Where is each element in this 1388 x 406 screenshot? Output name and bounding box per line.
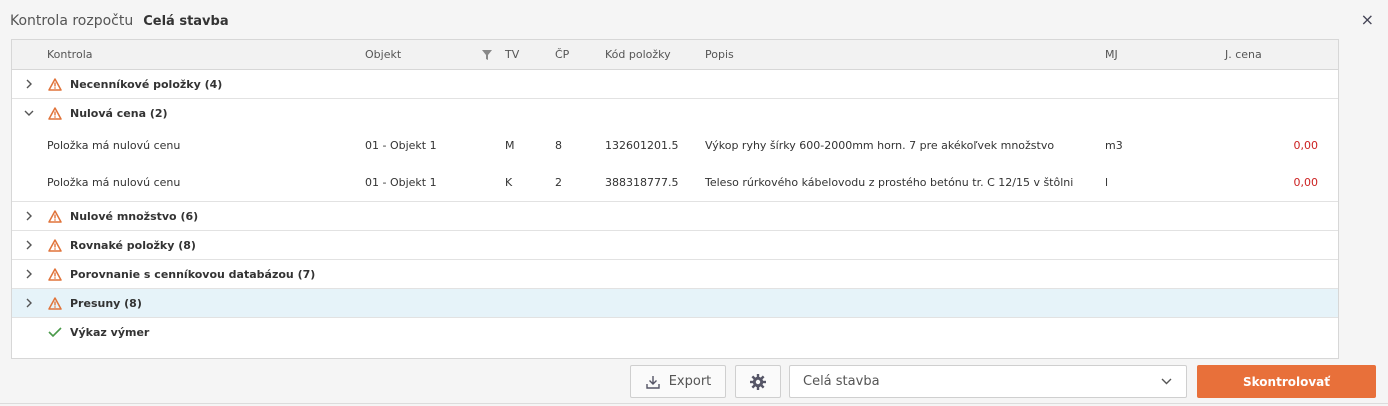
cell-tv: M	[505, 139, 515, 152]
group-row-vykaz-vymer[interactable]: Výkaz výmer	[12, 318, 1338, 346]
group-label: Výkaz výmer	[70, 325, 150, 339]
group-row-nulova-cena[interactable]: Nulová cena (2)	[12, 99, 1338, 127]
settings-button[interactable]	[735, 365, 781, 398]
cell-popis: Teleso rúrkového kábelovodu z prostého b…	[705, 176, 1074, 189]
group-row-nulove-mnozstvo[interactable]: Nulové množstvo (6)	[12, 202, 1338, 231]
close-icon[interactable]: ×	[1361, 10, 1374, 29]
gear-icon	[749, 373, 767, 391]
group-label: Necenníkové položky (4)	[70, 77, 223, 91]
warning-icon	[48, 289, 62, 317]
cell-cp: 8	[555, 139, 562, 152]
group-label: Porovnanie s cenníkovou databázou (7)	[70, 267, 316, 281]
cell-objekt: 01 - Objekt 1	[365, 176, 437, 189]
cell-kod: 132601201.5	[605, 139, 679, 152]
grid-header: Kontrola Objekt TV ČP Kód položky Popis …	[12, 40, 1338, 70]
run-check-button[interactable]: Skontrolovať	[1197, 365, 1376, 398]
filter-icon[interactable]	[482, 40, 492, 69]
group-label: Nulová cena (2)	[70, 106, 168, 120]
group-row-presuny[interactable]: Presuny (8)	[12, 289, 1338, 318]
column-header-kod[interactable]: Kód položky	[605, 40, 671, 69]
chevron-right-icon[interactable]	[22, 289, 36, 317]
cell-kod: 388318777.5	[605, 176, 679, 189]
group-row-necennikove[interactable]: Necenníkové položky (4)	[12, 70, 1338, 99]
warning-icon	[48, 260, 62, 288]
group-row-porovnanie[interactable]: Porovnanie s cenníkovou databázou (7)	[12, 260, 1338, 289]
group-label: Nulové množstvo (6)	[70, 209, 199, 223]
chevron-right-icon[interactable]	[22, 70, 36, 98]
cell-popis: Výkop ryhy šírky 600-2000mm horn. 7 pre …	[705, 139, 1055, 152]
column-header-jcena[interactable]: J. cena	[1225, 40, 1262, 69]
warning-icon	[48, 202, 62, 230]
export-label: Export	[668, 374, 712, 389]
checkmark-icon	[48, 318, 62, 346]
group-label: Presuny (8)	[70, 296, 142, 310]
warning-icon	[48, 231, 62, 259]
column-header-mj[interactable]: MJ	[1105, 40, 1118, 69]
scope-select-value: Celá stavba	[803, 374, 880, 389]
export-button[interactable]: Export	[630, 365, 726, 398]
dialog-title: Kontrola rozpočtu	[10, 13, 134, 29]
cell-mj: l	[1105, 176, 1109, 189]
cell-cp: 2	[555, 176, 562, 189]
download-icon	[645, 374, 661, 390]
cell-objekt: 01 - Objekt 1	[365, 139, 437, 152]
budget-check-dialog: Kontrola rozpočtu Celá stavba × Kontrola…	[0, 0, 1388, 406]
scope-select[interactable]: Celá stavba	[789, 365, 1187, 398]
warning-icon	[48, 70, 62, 98]
chevron-down-icon[interactable]	[22, 99, 36, 127]
chevron-right-icon[interactable]	[22, 260, 36, 288]
check-results-grid: Kontrola Objekt TV ČP Kód položky Popis …	[11, 39, 1339, 359]
cell-jcena: 0,00	[1293, 139, 1319, 152]
chevron-down-icon[interactable]	[1161, 366, 1172, 397]
column-header-tv[interactable]: TV	[505, 40, 519, 69]
column-header-cp[interactable]: ČP	[555, 40, 569, 69]
cell-jcena: 0,00	[1293, 176, 1319, 189]
divider	[0, 403, 1388, 404]
group-row-rovnake-polozky[interactable]: Rovnaké položky (8)	[12, 231, 1338, 260]
cell-kontrola: Položka má nulovú cenu	[47, 176, 181, 189]
column-header-popis[interactable]: Popis	[705, 40, 734, 69]
chevron-right-icon[interactable]	[22, 231, 36, 259]
dialog-subtitle: Celá stavba	[143, 13, 229, 29]
table-row[interactable]: Položka má nulovú cenu 01 - Objekt 1 K 2…	[12, 164, 1338, 202]
column-header-kontrola[interactable]: Kontrola	[47, 40, 93, 69]
chevron-right-icon[interactable]	[22, 202, 36, 230]
column-header-objekt[interactable]: Objekt	[365, 40, 401, 69]
dialog-title-bar: Kontrola rozpočtu Celá stavba	[10, 10, 229, 32]
cell-tv: K	[505, 176, 513, 189]
warning-icon	[48, 99, 62, 127]
table-row[interactable]: Položka má nulovú cenu 01 - Objekt 1 M 8…	[12, 127, 1338, 164]
group-label: Rovnaké položky (8)	[70, 238, 196, 252]
cell-mj: m3	[1105, 139, 1123, 152]
cell-kontrola: Položka má nulovú cenu	[47, 139, 181, 152]
